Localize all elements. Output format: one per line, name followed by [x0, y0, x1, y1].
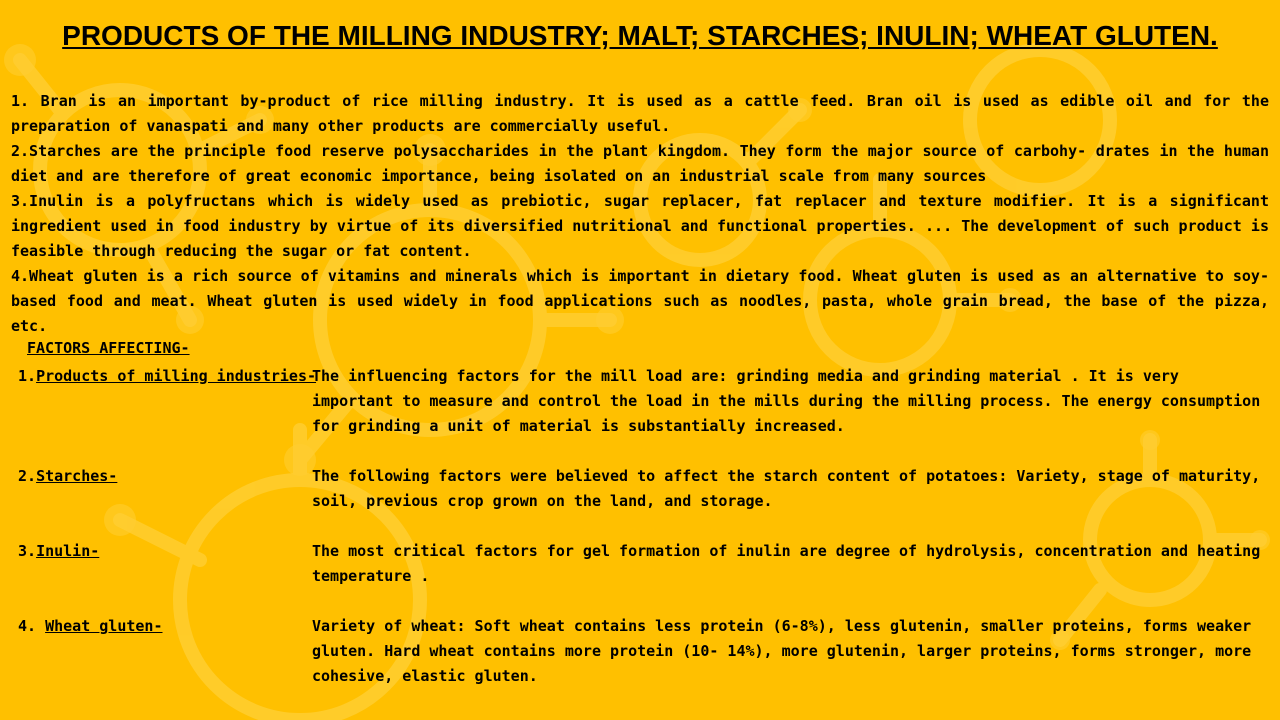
factor-description: The following factors were believed to a… — [312, 467, 1261, 510]
factor-description: The influencing factors for the mill loa… — [312, 367, 1261, 435]
factor-description: The most critical factors for gel format… — [312, 542, 1261, 585]
slide-title: PRODUCTS OF THE MILLING INDUSTRY; MALT; … — [62, 20, 1218, 51]
point-wheat-gluten: 4.Wheat gluten is a rich source of vitam… — [11, 267, 1269, 335]
factor-name: Starches- — [36, 467, 118, 485]
point-starches: 2.Starches are the principle food reserv… — [11, 142, 1269, 185]
factor-name: Products of milling industries- — [36, 367, 317, 385]
factor-number: 1. — [18, 367, 37, 385]
factor-name: Wheat gluten- — [45, 617, 163, 635]
point-bran: 1. Bran is an important by-product of ri… — [11, 92, 1269, 135]
factor-number: 2. — [18, 467, 37, 485]
factor-name: Inulin- — [36, 542, 100, 560]
factor-description: Variety of wheat: Soft wheat contains le… — [312, 617, 1252, 685]
point-inulin: 3.Inulin is a polyfructans which is wide… — [11, 192, 1269, 260]
points-list: 1. Bran is an important by-product of ri… — [11, 89, 1269, 339]
factor-number: 4. — [18, 617, 46, 635]
slide: PRODUCTS OF THE MILLING INDUSTRY; MALT; … — [0, 0, 1280, 720]
factor-number: 3. — [18, 542, 37, 560]
factors-heading: FACTORS AFFECTING- — [27, 339, 190, 357]
